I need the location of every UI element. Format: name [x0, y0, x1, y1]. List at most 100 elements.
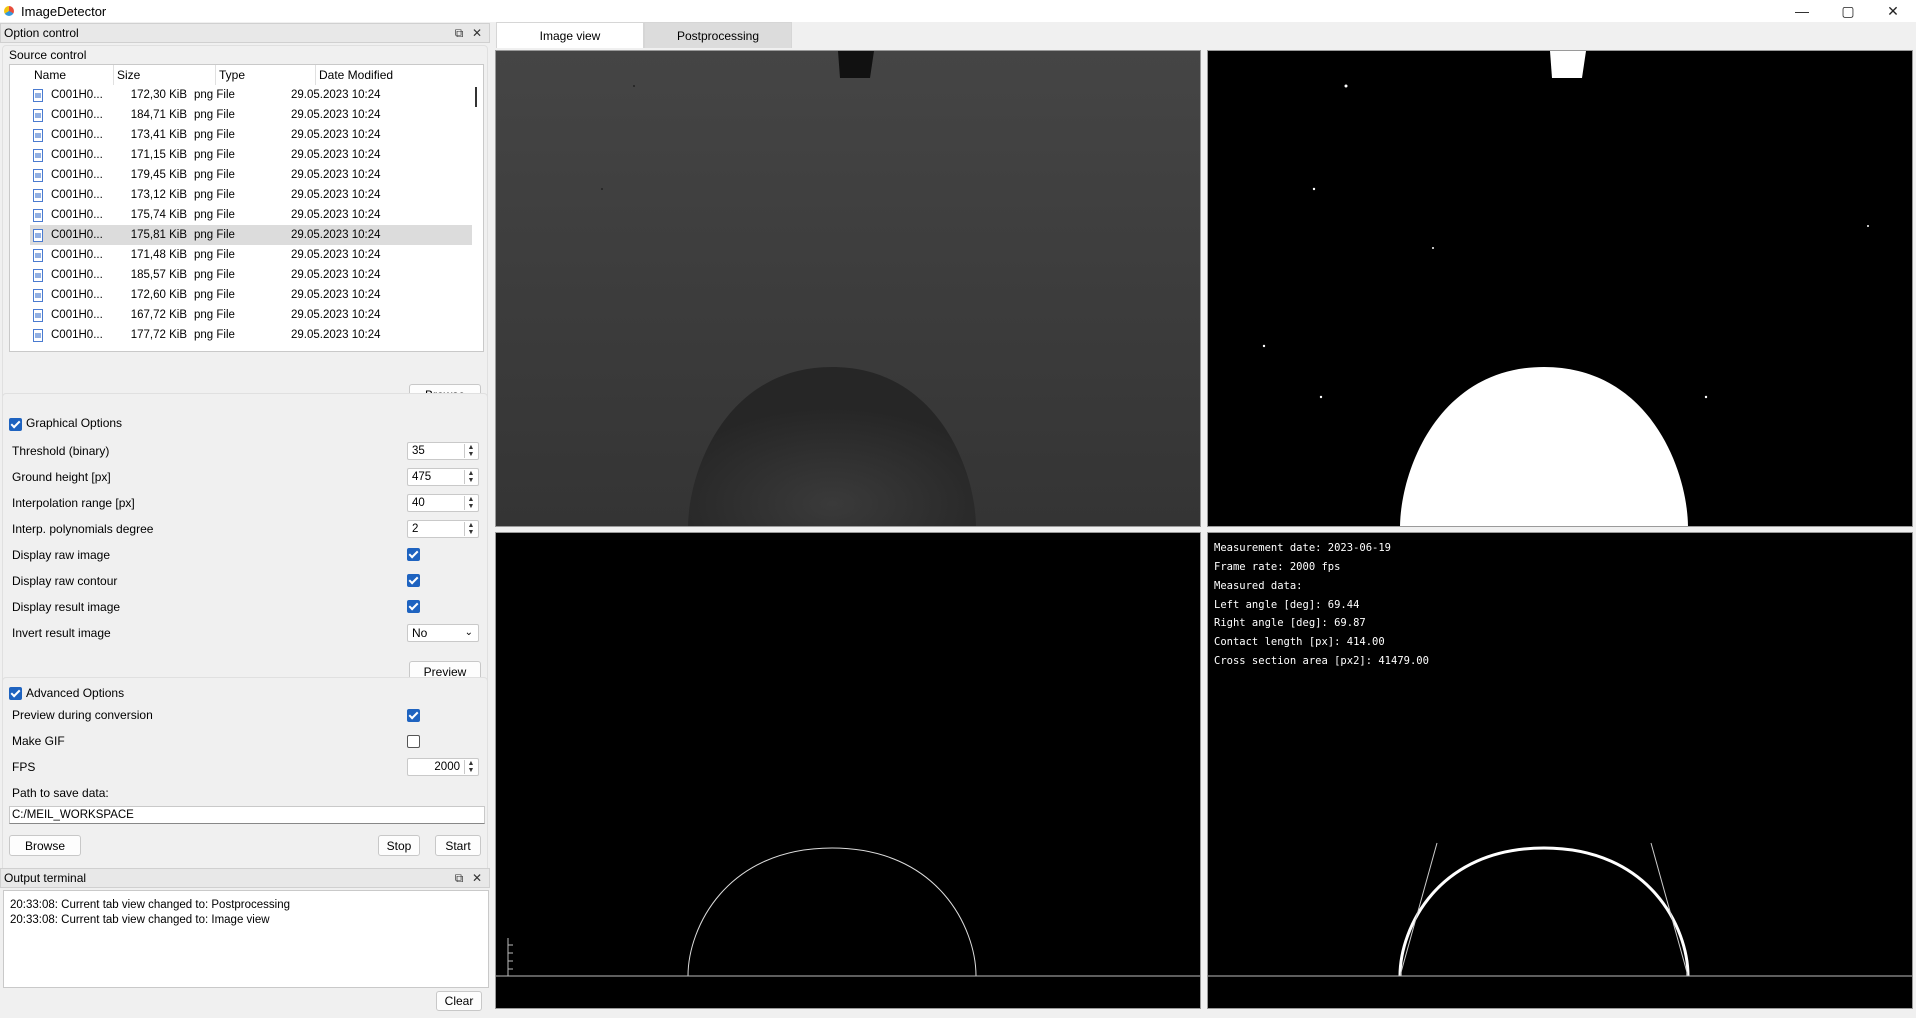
- file-size: 173,41 KiB: [130, 129, 187, 141]
- file-row[interactable]: C001H0... 172,30 KiB png File 29.05.2023 10…: [30, 85, 472, 105]
- start-button[interactable]: Start: [435, 835, 481, 856]
- file-name: C001H0...: [51, 109, 103, 121]
- file-name: C001H0...: [51, 269, 103, 281]
- display-result-image-label: Display result image: [12, 600, 121, 614]
- interp-degree-spinbox[interactable]: 2 ▲ ▼: [407, 520, 479, 538]
- cross-section-area-text: Cross section area [px2]: 41479.00: [1214, 655, 1429, 667]
- minimize-button[interactable]: —: [1779, 0, 1825, 22]
- list-scrollbar[interactable]: [475, 87, 477, 107]
- save-path-input[interactable]: C:/MEIL_WORKSPACE: [9, 806, 485, 824]
- stop-button[interactable]: Stop: [378, 835, 420, 856]
- fps-spinbox[interactable]: 2000 ▲ ▼: [407, 758, 479, 776]
- file-row[interactable]: C001H0... 177,72 KiB png File 29.05.2023 10…: [30, 325, 472, 345]
- png-file-icon: [33, 148, 43, 162]
- png-file-icon: [33, 168, 43, 182]
- file-row[interactable]: C001H0... 167,72 KiB png File 29.05.2023 10…: [30, 305, 472, 325]
- advanced-options-checkbox[interactable]: [9, 687, 22, 700]
- raw-image-canvas: [496, 51, 1200, 526]
- invert-result-label: Invert result image: [12, 626, 111, 640]
- display-raw-image-checkbox[interactable]: [407, 548, 420, 561]
- png-file-icon: [33, 188, 43, 202]
- file-row[interactable]: C001H0... 184,71 KiB png File 29.05.2023 10…: [30, 105, 472, 125]
- display-raw-contour-checkbox[interactable]: [407, 574, 420, 587]
- column-size[interactable]: Size: [114, 65, 216, 85]
- file-name: C001H0...: [51, 169, 103, 181]
- view-tabs: Image view Postprocessing: [496, 22, 792, 48]
- file-date: 29.05.2023 10:24: [291, 189, 381, 201]
- file-row[interactable]: C001H0... 175,81 KiB png File 29.05.2023 10…: [30, 225, 472, 245]
- close-icon[interactable]: ✕: [469, 870, 485, 886]
- binary-image-view[interactable]: [1207, 50, 1913, 527]
- file-type: png File: [194, 269, 235, 281]
- contact-length-text: Contact length [px]: 414.00: [1214, 636, 1385, 648]
- graphical-options-group: Graphical Options Threshold (binary) 35 …: [2, 393, 488, 698]
- raw-contour-canvas: [496, 533, 1200, 1008]
- float-icon[interactable]: ⧉: [451, 25, 467, 41]
- display-result-image-checkbox[interactable]: [407, 600, 420, 613]
- output-terminal[interactable]: 20:33:08: Current tab view changed to: P…: [3, 890, 489, 988]
- column-name[interactable]: Name: [10, 65, 114, 85]
- interp-range-spinbox[interactable]: 40 ▲ ▼: [407, 494, 479, 512]
- spin-arrows-icon[interactable]: ▲ ▼: [464, 470, 477, 484]
- file-row[interactable]: C001H0... 173,12 KiB png File 29.05.2023 10…: [30, 185, 472, 205]
- spin-arrows-icon[interactable]: ▲ ▼: [464, 760, 477, 774]
- file-size: 184,71 KiB: [130, 109, 187, 121]
- spin-arrows-icon[interactable]: ▲ ▼: [464, 444, 477, 458]
- png-file-icon: [33, 88, 43, 102]
- invert-result-combo[interactable]: No ⌄: [407, 624, 479, 642]
- title-bar: ImageDetector — ▢ ✕: [0, 0, 1916, 22]
- file-row[interactable]: C001H0... 173,41 KiB png File 29.05.2023 10…: [30, 125, 472, 145]
- file-size: 173,12 KiB: [130, 189, 187, 201]
- maximize-button[interactable]: ▢: [1825, 0, 1871, 22]
- ground-height-spinbox[interactable]: 475 ▲ ▼: [407, 468, 479, 486]
- close-button[interactable]: ✕: [1870, 0, 1916, 22]
- display-raw-contour-label: Display raw contour: [12, 574, 118, 588]
- float-icon[interactable]: ⧉: [451, 870, 467, 886]
- tab-image-view[interactable]: Image view: [496, 22, 644, 48]
- file-type: png File: [194, 129, 235, 141]
- file-name: C001H0...: [51, 129, 103, 141]
- close-icon[interactable]: ✕: [469, 25, 485, 41]
- spin-arrows-icon[interactable]: ▲ ▼: [464, 522, 477, 536]
- column-type[interactable]: Type: [216, 65, 316, 85]
- make-gif-checkbox[interactable]: [407, 735, 420, 748]
- file-name: C001H0...: [51, 289, 103, 301]
- raw-image-view[interactable]: [495, 50, 1201, 527]
- spin-arrows-icon[interactable]: ▲ ▼: [464, 496, 477, 510]
- path-browse-button[interactable]: Browse: [9, 835, 81, 856]
- clear-button[interactable]: Clear: [436, 991, 482, 1011]
- tab-postprocessing[interactable]: Postprocessing: [644, 22, 792, 48]
- preview-conversion-checkbox[interactable]: [407, 709, 420, 722]
- file-row[interactable]: C001H0... 171,48 KiB png File 29.05.2023 10…: [30, 245, 472, 265]
- file-row[interactable]: C001H0... 172,60 KiB png File 29.05.2023 10…: [30, 285, 472, 305]
- file-date: 29.05.2023 10:24: [291, 109, 381, 121]
- fps-label: FPS: [12, 760, 36, 774]
- save-path-label: Path to save data:: [12, 786, 109, 800]
- ground-height-label: Ground height [px]: [12, 470, 111, 484]
- file-list-header: Name Size Type Date Modified: [10, 65, 483, 85]
- column-date[interactable]: Date Modified: [316, 65, 466, 85]
- file-name: C001H0...: [51, 309, 103, 321]
- file-name: C001H0...: [51, 89, 103, 101]
- file-date: 29.05.2023 10:24: [291, 149, 381, 161]
- file-row[interactable]: C001H0... 179,45 KiB png File 29.05.2023 10…: [30, 165, 472, 185]
- png-file-icon: [33, 248, 43, 262]
- graphical-options-checkbox[interactable]: [9, 418, 22, 431]
- threshold-spinbox[interactable]: 35 ▲ ▼: [407, 442, 479, 460]
- file-list[interactable]: Name Size Type Date Modified C001H0... 17…: [9, 64, 484, 352]
- file-size: 172,60 KiB: [130, 289, 187, 301]
- terminal-line: 20:33:08: Current tab view changed to: P…: [10, 899, 291, 911]
- result-image-view[interactable]: Measurement date: 2023-06-19 Frame rate:…: [1207, 532, 1913, 1009]
- file-row[interactable]: C001H0... 175,74 KiB png File 29.05.2023 10…: [30, 205, 472, 225]
- terminal-line: 20:33:08: Current tab view changed to: I…: [10, 914, 270, 926]
- file-date: 29.05.2023 10:24: [291, 329, 381, 341]
- display-raw-image-label: Display raw image: [12, 548, 111, 562]
- advanced-options-group: Advanced Options Preview during conversi…: [2, 677, 488, 877]
- file-size: 167,72 KiB: [130, 309, 187, 321]
- raw-contour-view[interactable]: [495, 532, 1201, 1009]
- file-row[interactable]: C001H0... 185,57 KiB png File 29.05.2023 10…: [30, 265, 472, 285]
- file-row[interactable]: C001H0... 171,15 KiB png File 29.05.2023 10…: [30, 145, 472, 165]
- file-type: png File: [194, 329, 235, 341]
- png-file-icon: [33, 208, 43, 222]
- file-size: 171,48 KiB: [130, 249, 187, 261]
